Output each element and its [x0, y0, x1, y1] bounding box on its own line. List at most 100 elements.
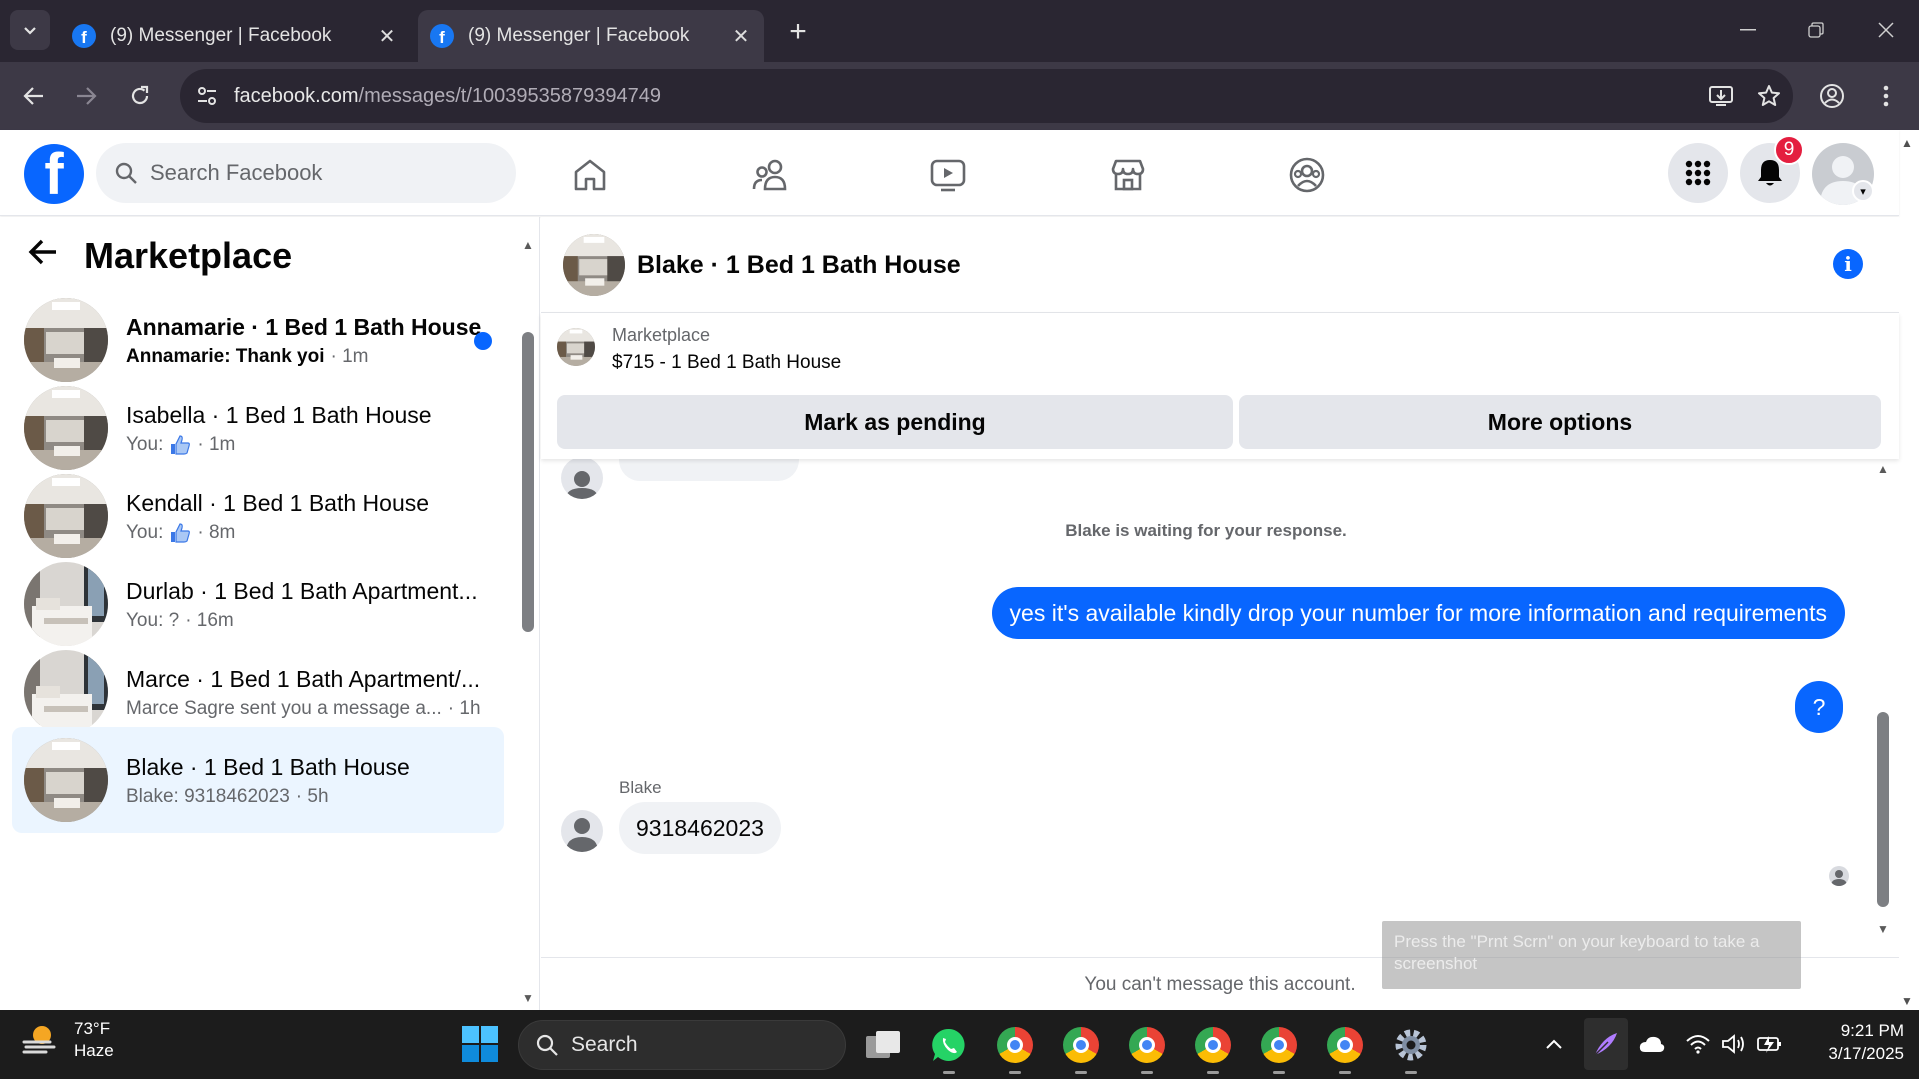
new-tab-button[interactable]: + [780, 14, 816, 50]
snippet-time: · 8m [197, 522, 236, 543]
chrome-profile-app[interactable] [1190, 1022, 1236, 1074]
back-button[interactable] [14, 76, 54, 116]
outgoing-message[interactable]: yes it's available kindly drop your numb… [991, 587, 1845, 639]
search-input[interactable] [150, 160, 470, 186]
site-info-icon[interactable] [180, 85, 234, 107]
thumbs-up-icon [171, 523, 191, 543]
taskbar-clock[interactable]: 9:21 PM 3/17/2025 [1802, 1020, 1904, 1066]
chrome-profile-app[interactable] [1256, 1022, 1302, 1074]
listing-thumbnail [24, 650, 108, 734]
snippet-time: · 1h [447, 698, 481, 719]
back-arrow-icon[interactable] [28, 235, 58, 274]
task-view-button[interactable] [860, 1022, 906, 1068]
battery-charging-icon [1757, 1036, 1781, 1053]
taskbar-search-label: Search [571, 1033, 638, 1056]
facebook-logo[interactable]: f [24, 144, 84, 204]
browser-menu-icon[interactable] [1866, 76, 1906, 116]
listing-small-thumbnail[interactable] [557, 328, 595, 366]
conversation-item[interactable]: Blake · 1 Bed 1 Bath House Blake: 9318462… [12, 727, 504, 833]
page-scroll-down-arrow[interactable]: ▼ [1901, 994, 1915, 1008]
list-scrollbar[interactable] [522, 332, 534, 632]
install-app-icon[interactable] [1697, 76, 1745, 116]
conversation-snippet: You: ? · 16m [126, 610, 234, 632]
minimize-button[interactable] [1724, 12, 1772, 48]
close-icon [1878, 22, 1894, 38]
listing-title[interactable]: $715 - 1 Bed 1 Bath House [612, 352, 841, 374]
chat-title[interactable]: Blake · 1 Bed 1 Bath House [637, 251, 961, 280]
address-bar[interactable]: facebook.com/messages/t/1003953587939474… [180, 69, 1793, 123]
battery-tray[interactable] [1752, 1024, 1788, 1064]
profile-icon[interactable] [1812, 76, 1852, 116]
list-scroll-down-arrow[interactable]: ▼ [522, 992, 534, 1004]
page-title: Marketplace [84, 235, 293, 276]
reload-button[interactable] [120, 76, 160, 116]
snippet-text: You: [126, 522, 164, 543]
chrome-profile-app[interactable] [1058, 1022, 1104, 1074]
volume-tray[interactable] [1716, 1024, 1752, 1064]
restore-button[interactable] [1792, 12, 1840, 48]
incoming-message[interactable]: 9318462023 [619, 802, 781, 854]
listing-thumbnail [24, 386, 108, 470]
url-path: /messages/t/10039535879394749 [358, 84, 661, 107]
whatsapp-app[interactable] [926, 1022, 972, 1074]
browser-tab-1[interactable]: f (9) Messenger | Facebook ✕ [60, 10, 410, 62]
friends-icon [752, 159, 787, 191]
tab-close-icon[interactable]: ✕ [376, 24, 398, 49]
nav-groups[interactable] [1277, 150, 1337, 200]
message-bubble-partial [619, 459, 799, 481]
chat-scroll-down-arrow[interactable]: ▼ [1877, 923, 1889, 935]
info-icon[interactable]: i [1833, 249, 1863, 279]
arrow-right-icon [77, 87, 97, 105]
facebook-search[interactable] [96, 143, 516, 203]
chat-scrollbar[interactable] [1877, 712, 1889, 907]
nav-video[interactable] [918, 150, 978, 200]
list-scroll-up-arrow[interactable]: ▲ [522, 239, 534, 251]
notifications-button[interactable]: 9 [1740, 135, 1804, 203]
account-caret-icon[interactable]: ▾ [1852, 180, 1874, 202]
thumbs-up-icon [171, 435, 191, 455]
forward-button[interactable] [66, 76, 106, 116]
taskbar-search[interactable]: Search [518, 1020, 846, 1070]
mark-as-pending-button[interactable]: Mark as pending [557, 395, 1233, 449]
restore-icon [1808, 22, 1824, 38]
pen-app-tray[interactable] [1584, 1018, 1628, 1070]
conversation-snippet: You: · 8m [126, 522, 235, 544]
video-icon [930, 159, 966, 192]
nav-friends[interactable] [740, 150, 800, 200]
reload-icon [131, 85, 149, 105]
bookmark-star-icon[interactable] [1745, 76, 1793, 116]
show-hidden-icons[interactable] [1536, 1024, 1572, 1064]
chat-scroll-up-arrow[interactable]: ▲ [1877, 463, 1889, 475]
start-button[interactable] [460, 1024, 500, 1064]
url-text[interactable]: facebook.com/messages/t/1003953587939474… [234, 85, 1697, 108]
menu-button[interactable] [1668, 143, 1728, 203]
browser-tab-2[interactable]: f (9) Messenger | Facebook ✕ [418, 10, 764, 62]
settings-app[interactable] [1388, 1022, 1434, 1074]
tab-title: (9) Messenger | Facebook [110, 25, 332, 46]
close-window-button[interactable] [1862, 12, 1910, 48]
notification-badge: 9 [1774, 135, 1804, 165]
chrome-profile-app[interactable] [1124, 1022, 1170, 1074]
facebook-favicon-icon: f [72, 24, 96, 48]
screenshot-hint-toast: Press the "Prnt Scrn" on your keyboard t… [1382, 921, 1801, 989]
snippet-text: Marce Sagre sent you a message a... [126, 698, 442, 719]
sender-avatar[interactable] [561, 810, 603, 852]
page-scroll-up-arrow[interactable]: ▲ [1901, 136, 1915, 150]
listing-thumbnail[interactable] [563, 234, 625, 296]
outgoing-message[interactable]: ? [1795, 681, 1843, 733]
browser-tab-strip: f (9) Messenger | Facebook ✕ f (9) Messe… [0, 0, 1919, 62]
marketplace-conversation-list: Marketplace Ayane · 1 Bed 1 Bath HouseYo… [0, 217, 540, 1010]
tab-search-menu[interactable] [10, 10, 50, 50]
chat-header: Blake · 1 Bed 1 Bath House i [541, 217, 1899, 313]
wifi-tray[interactable] [1680, 1024, 1716, 1064]
task-view-icon [866, 1031, 900, 1058]
chrome-profile-app[interactable] [1322, 1022, 1368, 1074]
more-options-button[interactable]: More options [1239, 395, 1881, 449]
chrome-app[interactable] [992, 1022, 1038, 1074]
nav-marketplace[interactable] [1098, 150, 1158, 200]
weather-widget[interactable]: 73°F Haze [20, 1018, 114, 1062]
conversation-name: Marce · 1 Bed 1 Bath Apartment/... [126, 666, 481, 692]
nav-home[interactable] [560, 150, 620, 200]
tab-close-icon[interactable]: ✕ [730, 24, 752, 49]
onedrive-tray[interactable] [1634, 1024, 1670, 1064]
